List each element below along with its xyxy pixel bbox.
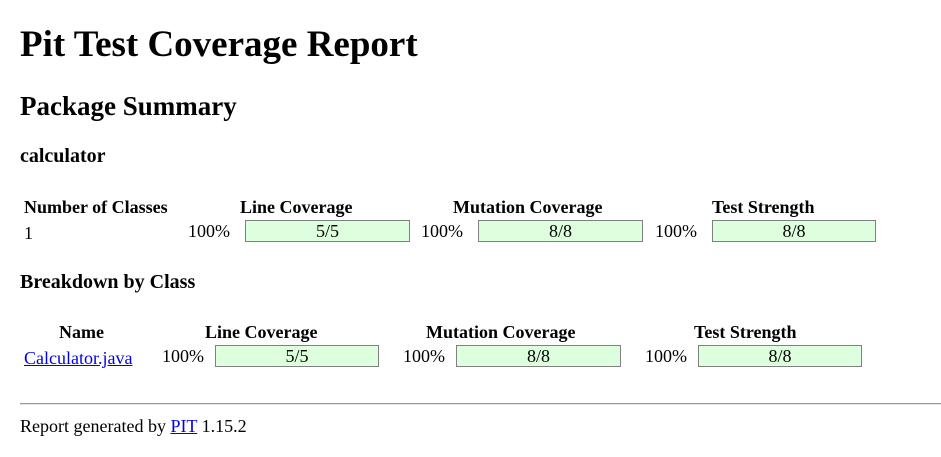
classes-count: 1 bbox=[24, 223, 33, 243]
mutation-coverage-percent: 100% bbox=[421, 221, 463, 241]
footer-prefix: Report generated by bbox=[20, 416, 166, 436]
header-mutation-coverage: Mutation Coverage bbox=[453, 197, 603, 217]
package-name: calculator bbox=[20, 145, 106, 167]
section-title-package-summary: Package Summary bbox=[20, 91, 237, 121]
header-line-coverage: Line Coverage bbox=[205, 322, 318, 342]
test-strength-percent: 100% bbox=[645, 346, 687, 366]
test-strength-ratio: 8/8 bbox=[782, 221, 806, 241]
line-coverage-percent: 100% bbox=[162, 346, 204, 366]
test-strength-ratio: 8/8 bbox=[768, 346, 792, 366]
header-test-strength: Test Strength bbox=[712, 197, 815, 217]
mutation-coverage-percent: 100% bbox=[403, 346, 445, 366]
test-strength-percent: 100% bbox=[655, 221, 697, 241]
test-strength-bar: 8/8 bbox=[712, 220, 876, 242]
footer-divider bbox=[20, 403, 941, 405]
line-coverage-bar: 5/5 bbox=[245, 220, 410, 242]
mutation-coverage-ratio: 8/8 bbox=[526, 346, 550, 366]
mutation-coverage-bar: 8/8 bbox=[478, 220, 643, 242]
header-test-strength: Test Strength bbox=[694, 322, 797, 342]
line-coverage-ratio: 5/5 bbox=[315, 221, 339, 241]
header-line-coverage: Line Coverage bbox=[240, 197, 353, 217]
page-title: Pit Test Coverage Report bbox=[20, 24, 418, 65]
header-number-of-classes: Number of Classes bbox=[24, 197, 168, 217]
line-coverage-percent: 100% bbox=[188, 221, 230, 241]
breakdown-heading: Breakdown by Class bbox=[20, 271, 196, 293]
header-mutation-coverage: Mutation Coverage bbox=[426, 322, 576, 342]
mutation-coverage-ratio: 8/8 bbox=[548, 221, 572, 241]
class-link-calculator[interactable]: Calculator.java bbox=[24, 349, 132, 367]
mutation-coverage-bar: 8/8 bbox=[456, 345, 621, 367]
line-coverage-ratio: 5/5 bbox=[285, 346, 309, 366]
test-strength-bar: 8/8 bbox=[698, 345, 862, 367]
header-name: Name bbox=[59, 322, 104, 342]
pit-link[interactable]: PIT bbox=[170, 416, 197, 436]
footer-version: 1.15.2 bbox=[201, 416, 247, 436]
footer: Report generated by PIT 1.15.2 bbox=[20, 417, 247, 435]
line-coverage-bar: 5/5 bbox=[215, 345, 379, 367]
